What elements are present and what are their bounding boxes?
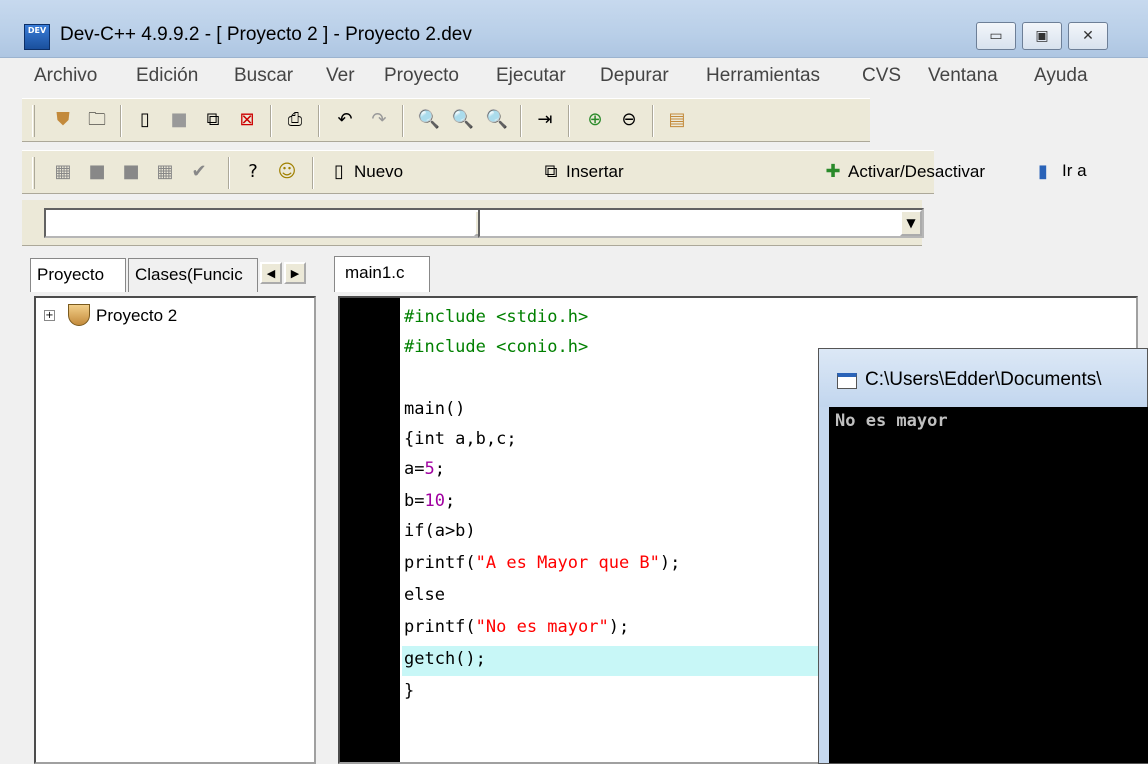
activar-label[interactable]: Activar/Desactivar xyxy=(848,162,985,182)
about-icon[interactable]: ☺ xyxy=(276,161,298,183)
insert-icon[interactable]: ⧉ xyxy=(540,161,562,183)
code-line: #include <conio.h> xyxy=(404,337,589,357)
new-icon[interactable]: ▯ xyxy=(328,161,350,183)
compile-icon[interactable]: ▦ xyxy=(52,161,74,183)
toolbar-separator xyxy=(120,105,122,137)
toolbar-separator xyxy=(520,105,522,137)
tab-proyecto[interactable]: Proyecto xyxy=(30,258,126,292)
menu-cvs[interactable]: CVS xyxy=(862,65,901,87)
add-to-project-icon[interactable]: ⊕ xyxy=(584,109,606,131)
print-icon[interactable]: ⎙ xyxy=(284,109,306,131)
menu-edicion[interactable]: Edición xyxy=(136,65,198,87)
console-title: C:\Users\Edder\Documents\ xyxy=(865,369,1102,390)
code-line: main() xyxy=(404,399,466,419)
save-icon[interactable]: ■ xyxy=(168,109,190,131)
chevron-down-icon[interactable]: ▼ xyxy=(900,210,922,236)
new-file-icon[interactable]: ▯ xyxy=(134,109,156,131)
toolbar-separator xyxy=(402,105,404,137)
menu-bar: Archivo Edición Buscar Ver Proyecto Ejec… xyxy=(0,58,1148,96)
class-combo[interactable]: ▼ xyxy=(44,208,498,238)
code-line: b=10; xyxy=(404,491,456,511)
code-line: printf("No es mayor"); xyxy=(404,617,630,637)
menu-ventana[interactable]: Ventana xyxy=(928,65,998,87)
tab-clases[interactable]: Clases(Funcic xyxy=(128,258,258,292)
console-text: No es mayor xyxy=(835,411,948,431)
scroll-right-icon[interactable]: ▶ xyxy=(284,262,306,284)
maximize-button[interactable]: ▣ xyxy=(1022,22,1062,50)
toolbar-separator xyxy=(318,105,320,137)
devcpp-logo-icon: DEV xyxy=(24,24,50,50)
run-icon[interactable]: ■ xyxy=(86,161,108,183)
tree-item-proyecto-2[interactable]: Proyecto 2 xyxy=(96,306,177,326)
minimize-icon: ▭ xyxy=(989,28,1003,44)
code-line: if(a>b) xyxy=(404,521,476,541)
main-toolbar: ⛊ 🗀 ▯ ■ ⧉ ⊠ ⎙ ↶ ↷ 🔍 🔍 🔍 ⇥ ⊕ ⊖ ▤ xyxy=(22,98,870,142)
project-options-icon[interactable]: ▤ xyxy=(666,109,688,131)
console-title-bar[interactable]: C:\Users\Edder\Documents\ xyxy=(819,349,1147,407)
menu-archivo[interactable]: Archivo xyxy=(34,65,97,87)
scroll-left-icon[interactable]: ◀ xyxy=(260,262,282,284)
code-line: } xyxy=(404,681,415,701)
left-panel-tabs: Proyecto Clases(Funcic ◀ ▶ xyxy=(30,254,326,294)
save-all-icon[interactable]: ⧉ xyxy=(202,109,224,131)
redo-icon[interactable]: ↷ xyxy=(368,109,390,131)
menu-ejecutar[interactable]: Ejecutar xyxy=(496,65,566,87)
replace-icon[interactable]: 🔍 xyxy=(452,109,474,131)
menu-depurar[interactable]: Depurar xyxy=(600,65,669,87)
maximize-icon: ▣ xyxy=(1035,28,1049,44)
title-bar: DEV Dev-C++ 4.9.9.2 - [ Proyecto 2 ] - P… xyxy=(0,0,1148,58)
code-line: printf("A es Mayor que B"); xyxy=(404,553,681,573)
close-file-icon[interactable]: ⊠ xyxy=(236,109,258,131)
menu-herramientas[interactable]: Herramientas xyxy=(706,65,820,87)
minimize-button[interactable]: ▭ xyxy=(976,22,1016,50)
code-line: else xyxy=(404,585,445,605)
tab-main1-c[interactable]: main1.c xyxy=(334,256,430,292)
window-title: Dev-C++ 4.9.9.2 - [ Proyecto 2 ] - Proye… xyxy=(60,24,472,45)
open-project-icon[interactable]: ⛊ xyxy=(52,109,74,131)
toolbar-separator xyxy=(312,157,314,189)
menu-buscar[interactable]: Buscar xyxy=(234,65,293,87)
project-icon xyxy=(68,304,90,326)
undo-icon[interactable]: ↶ xyxy=(334,109,356,131)
line-gutter xyxy=(340,298,400,762)
toolbar-separator xyxy=(228,157,230,189)
close-button[interactable]: ✕ xyxy=(1068,22,1108,50)
menu-ver[interactable]: Ver xyxy=(326,65,355,87)
find-next-icon[interactable]: 🔍 xyxy=(486,109,508,131)
insertar-label[interactable]: Insertar xyxy=(566,162,624,182)
toolbar-separator xyxy=(568,105,570,137)
member-combo[interactable]: ▼ xyxy=(478,208,924,238)
console-window[interactable]: C:\Users\Edder\Documents\ No es mayor xyxy=(818,348,1148,764)
ir-a-label[interactable]: Ir a xyxy=(1062,161,1087,181)
code-line: #include <stdio.h> xyxy=(404,307,589,327)
code-line: {int a,b,c; xyxy=(404,429,517,449)
menu-ayuda[interactable]: Ayuda xyxy=(1034,65,1088,87)
project-tree: + Proyecto 2 xyxy=(34,296,316,764)
expand-icon[interactable]: + xyxy=(44,310,55,321)
toolbar-separator xyxy=(652,105,654,137)
console-output: No es mayor xyxy=(829,407,1148,763)
open-file-icon[interactable]: 🗀 xyxy=(86,109,108,131)
nuevo-label[interactable]: Nuevo xyxy=(354,162,403,182)
find-icon[interactable]: 🔍 xyxy=(418,109,440,131)
class-combo-toolbar: ▼ ▼ xyxy=(22,200,924,246)
console-icon xyxy=(837,373,857,389)
toggle-breakpoint-icon[interactable]: ✚ xyxy=(822,161,844,183)
menu-proyecto[interactable]: Proyecto xyxy=(384,65,459,87)
compile-run-icon[interactable]: ■ xyxy=(120,161,142,183)
check-icon[interactable]: ✔ xyxy=(188,161,210,183)
toolbar-grip xyxy=(32,105,35,137)
toolbar-separator xyxy=(270,105,272,137)
rebuild-icon[interactable]: ▦ xyxy=(154,161,176,183)
goto-icon[interactable]: ▮ xyxy=(1032,161,1054,183)
code-line: getch(); xyxy=(404,649,486,669)
secondary-toolbar: ▦ ■ ■ ▦ ✔ ? ☺ ▯ Nuevo ⧉ Insertar ✚ Activ… xyxy=(22,150,1048,194)
close-icon: ✕ xyxy=(1082,28,1094,44)
toolbar-grip xyxy=(32,157,35,189)
help-icon[interactable]: ? xyxy=(242,161,264,183)
goto-line-icon[interactable]: ⇥ xyxy=(534,109,556,131)
remove-from-project-icon[interactable]: ⊖ xyxy=(618,109,640,131)
code-line: a=5; xyxy=(404,459,445,479)
